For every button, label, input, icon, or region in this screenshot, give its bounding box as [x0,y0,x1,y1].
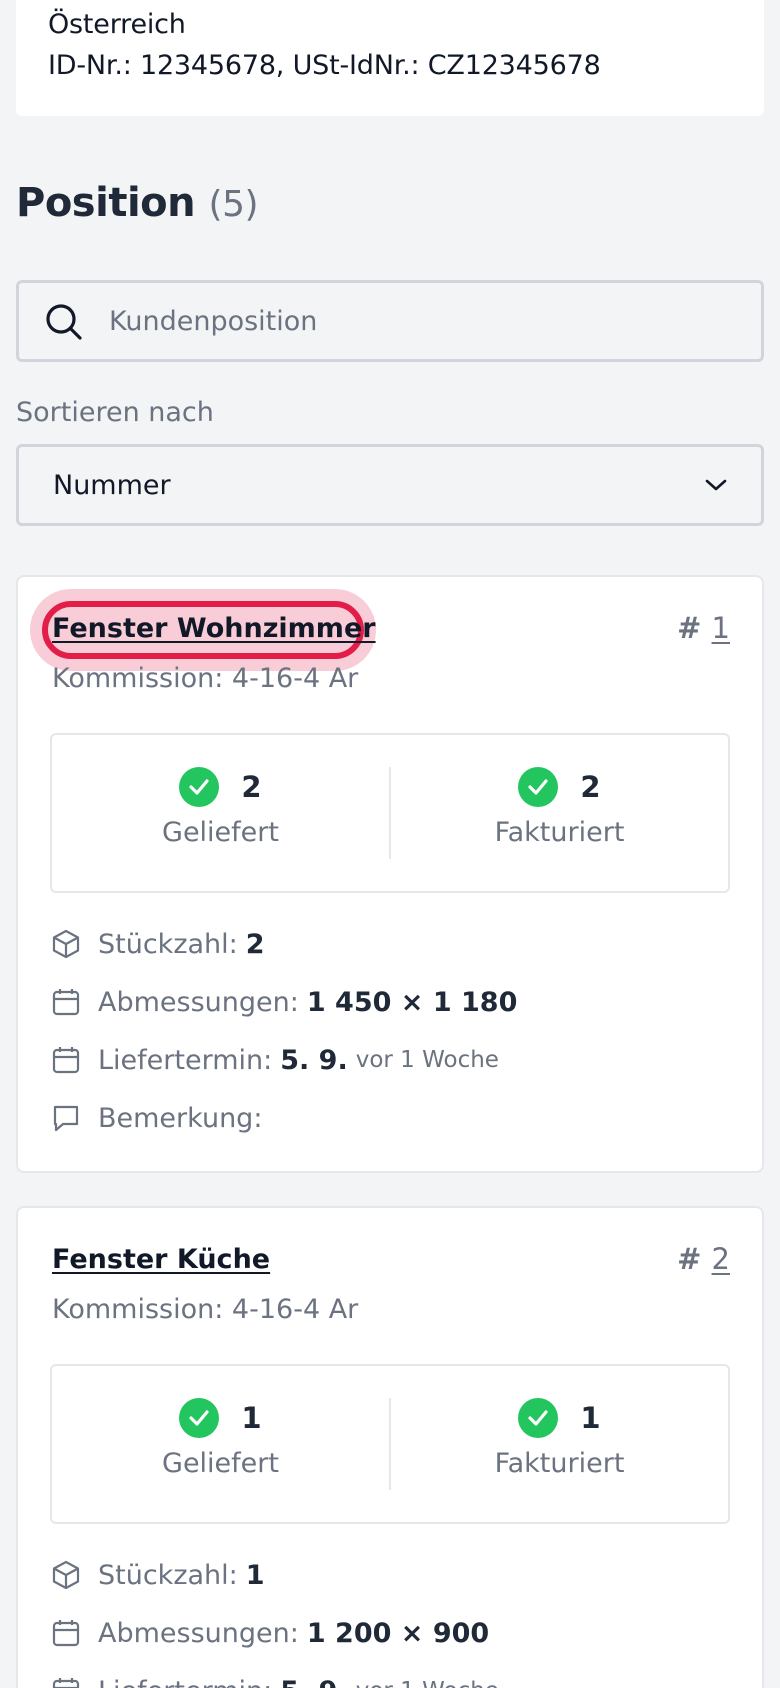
delivery-date-value: 5. 9. [280,1676,348,1688]
check-circle-icon [179,767,220,807]
hash-symbol: # [677,611,702,645]
address-country: Österreich [48,9,186,40]
delivered-label: Geliefert [162,1448,279,1479]
remark-label: Bemerkung: [98,1102,263,1134]
delivery-date-value: 5. 9. [280,1044,348,1076]
position-card: Fenster Küche # 2 Kommission: 4-16-4 Ar … [16,1206,764,1688]
quantity-row: Stückzahl: 1 [50,1559,265,1591]
dimensions-label: Abmessungen: [98,986,299,1018]
position-number: # 2 [677,1242,730,1276]
delivery-date-label: Liefertermin: [98,1044,273,1076]
delivery-date-row: Liefertermin: 5. 9. vor 1 Woche [50,1675,499,1688]
position-commission: Kommission: 4-16-4 Ar [52,1294,359,1325]
cube-icon [52,929,80,959]
delivered-stat: 1 Geliefert [52,1366,389,1522]
position-number-link[interactable]: 2 [712,1242,730,1276]
delivered-value: 2 [241,770,262,804]
cube-icon [52,1560,80,1590]
delivered-value: 1 [241,1401,262,1435]
remark-row: Bemerkung: [50,1102,262,1134]
quantity-label: Stückzahl: [98,928,238,960]
customer-address-card: Österreich ID-Nr.: 12345678, USt-IdNr.: … [16,0,764,116]
position-title-link[interactable]: Fenster Küche [52,1244,270,1275]
calendar-icon [52,1047,80,1074]
comment-icon [53,1105,79,1132]
check-circle-icon [179,1398,220,1438]
delivered-stat: 2 Geliefert [52,735,389,891]
positions-title-text: Position [16,180,196,226]
dimensions-row: Abmessungen: 1 200 × 900 [50,1617,489,1649]
positions-title: Position (5) [16,180,259,226]
dimensions-value: 1 200 × 900 [306,1617,490,1649]
sort-label: Sortieren nach [16,397,214,428]
invoiced-value: 2 [580,770,601,804]
position-status-box: 1 Geliefert 1 Fakturiert [50,1364,730,1524]
calendar-icon [52,989,80,1016]
dimensions-label: Abmessungen: [98,1617,299,1649]
position-number-link[interactable]: 1 [712,611,730,645]
quantity-row: Stückzahl: 2 [50,928,265,960]
position-status-box: 2 Geliefert 2 Fakturiert [50,733,730,893]
position-commission: Kommission: 4-16-4 Ar [52,663,359,694]
invoiced-stat: 1 Fakturiert [389,1398,728,1490]
delivered-label: Geliefert [162,817,279,848]
position-title-link[interactable]: Fenster Wohnzimmer [52,613,376,644]
search-icon [46,304,82,340]
position-number: # 1 [677,611,730,645]
calendar-icon [52,1620,80,1647]
quantity-value: 1 [245,1559,265,1591]
invoiced-value: 1 [580,1401,601,1435]
chevron-down-icon [705,479,727,491]
sort-select[interactable]: Nummer [16,444,764,526]
positions-count: (5) [208,184,259,225]
quantity-value: 2 [245,928,265,960]
check-circle-icon [518,1398,559,1438]
calendar-icon [52,1678,80,1688]
position-search[interactable] [16,280,764,362]
delivery-date-row: Liefertermin: 5. 9. vor 1 Woche [50,1044,499,1076]
check-circle-icon [518,767,559,807]
invoiced-label: Fakturiert [494,1448,625,1479]
hash-symbol: # [677,1242,702,1276]
address-ids: ID-Nr.: 12345678, USt-IdNr.: CZ12345678 [48,50,601,81]
dimensions-value: 1 450 × 1 180 [306,986,518,1018]
delivery-date-relative: vor 1 Woche [356,1678,499,1688]
sort-selected-value: Nummer [53,469,171,501]
dimensions-row: Abmessungen: 1 450 × 1 180 [50,986,517,1018]
position-card: Fenster Wohnzimmer # 1 Kommission: 4-16-… [16,575,764,1173]
delivery-date-relative: vor 1 Woche [355,1047,499,1073]
delivery-date-label: Liefertermin: [98,1676,272,1688]
invoiced-stat: 2 Fakturiert [389,767,728,859]
quantity-label: Stückzahl: [98,1559,238,1591]
search-input[interactable] [109,305,709,337]
invoiced-label: Fakturiert [494,817,625,848]
